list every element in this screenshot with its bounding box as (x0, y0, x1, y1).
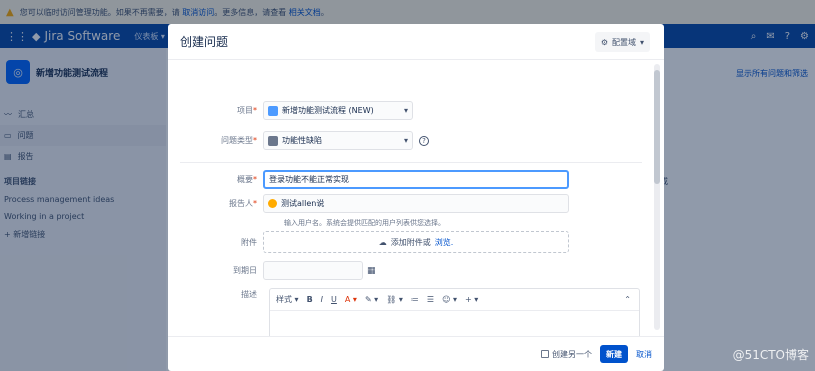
reporter-input[interactable]: 测试allen说 (263, 194, 569, 213)
due-date-label: 到期日 (233, 266, 257, 275)
insert-icon[interactable]: + ▾ (465, 295, 478, 304)
user-avatar-icon (268, 199, 277, 208)
bullet-list-icon[interactable]: ≔ (411, 295, 419, 304)
summary-label: 概要 (237, 175, 253, 184)
issue-type-icon (268, 135, 278, 146)
dialog-footer: 创建另一个 新建 取消 (168, 336, 664, 371)
collapse-icon[interactable]: ⌃ (624, 295, 631, 304)
cancel-button[interactable]: 取消 (636, 349, 652, 360)
due-date-input[interactable] (263, 261, 363, 280)
reporter-hint: 输入用户名。系统会提供匹配的用户列表供您选择。 (284, 219, 445, 227)
help-icon[interactable]: ? (419, 135, 429, 146)
create-button[interactable]: 新建 (600, 345, 628, 363)
gear-icon: ⚙ (600, 37, 608, 47)
create-issue-dialog: 创建问题 ⚙ 配置域 ▾ 项目* 新增功能测试流程 (NEW) ▾ 问题类型* … (168, 24, 664, 371)
configure-fields-button[interactable]: ⚙ 配置域 ▾ (594, 32, 650, 52)
project-icon (268, 105, 278, 116)
issue-type-label: 问题类型 (221, 136, 253, 145)
reporter-label: 报告人 (229, 199, 253, 208)
chevron-down-icon: ▾ (403, 136, 408, 145)
configure-fields-label: 配置域 (611, 37, 636, 47)
browse-link[interactable]: 浏览. (435, 237, 454, 248)
project-label: 项目 (237, 106, 253, 115)
text-color-button[interactable]: A ▾ (345, 295, 357, 304)
description-label: 描述 (241, 290, 257, 299)
reporter-value: 测试allen说 (281, 199, 325, 208)
link-icon[interactable]: ⛓ ▾ (386, 295, 403, 304)
emoji-icon[interactable]: ☺ ▾ (442, 295, 457, 304)
project-select[interactable]: 新增功能测试流程 (NEW) ▾ (263, 101, 413, 120)
attachment-text: 添加附件或 (390, 237, 431, 247)
calendar-icon[interactable]: ▦ (367, 266, 376, 276)
summary-value: 登录功能不能正常实现 (269, 175, 349, 184)
attachment-label: 附件 (241, 237, 257, 247)
description-editor[interactable]: 样式 ▾ B I U A ▾ ✎ ▾ ⛓ ▾ ≔ ☰ ☺ ▾ + ▾ ⌃ (269, 288, 640, 336)
checkbox-icon[interactable] (541, 350, 549, 358)
divider (180, 162, 642, 163)
format-dropdown-icon[interactable]: ✎ ▾ (365, 295, 378, 304)
chevron-down-icon: ▾ (639, 37, 644, 47)
dialog-title: 创建问题 (180, 35, 229, 49)
bold-button[interactable]: B (307, 295, 313, 304)
style-dropdown[interactable]: 样式 ▾ (276, 294, 299, 305)
create-another-checkbox[interactable]: 创建另一个 (541, 349, 592, 360)
scrollbar-thumb[interactable] (654, 70, 660, 184)
chevron-down-icon: ▾ (403, 106, 408, 115)
attachment-dropzone[interactable]: ☁ 添加附件或 浏览. (263, 231, 569, 253)
summary-input[interactable]: 登录功能不能正常实现 (263, 170, 569, 189)
issue-type-select[interactable]: 功能性缺陷 ▾ (263, 131, 413, 150)
editor-toolbar: 样式 ▾ B I U A ▾ ✎ ▾ ⛓ ▾ ≔ ☰ ☺ ▾ + ▾ ⌃ (270, 289, 639, 311)
numbered-list-icon[interactable]: ☰ (427, 295, 434, 304)
dialog-scrollbar[interactable] (654, 64, 660, 330)
upload-cloud-icon: ☁ (378, 237, 387, 247)
italic-button[interactable]: I (321, 295, 323, 304)
underline-button[interactable]: U (331, 295, 337, 304)
project-value: 新增功能测试流程 (NEW) (282, 106, 374, 115)
dialog-body: 项目* 新增功能测试流程 (NEW) ▾ 问题类型* 功能性缺陷 ▾ ? 概要*… (168, 60, 664, 336)
watermark: @51CTO博客 (732, 348, 809, 362)
create-another-label: 创建另一个 (552, 349, 592, 359)
issue-type-value: 功能性缺陷 (282, 136, 322, 145)
